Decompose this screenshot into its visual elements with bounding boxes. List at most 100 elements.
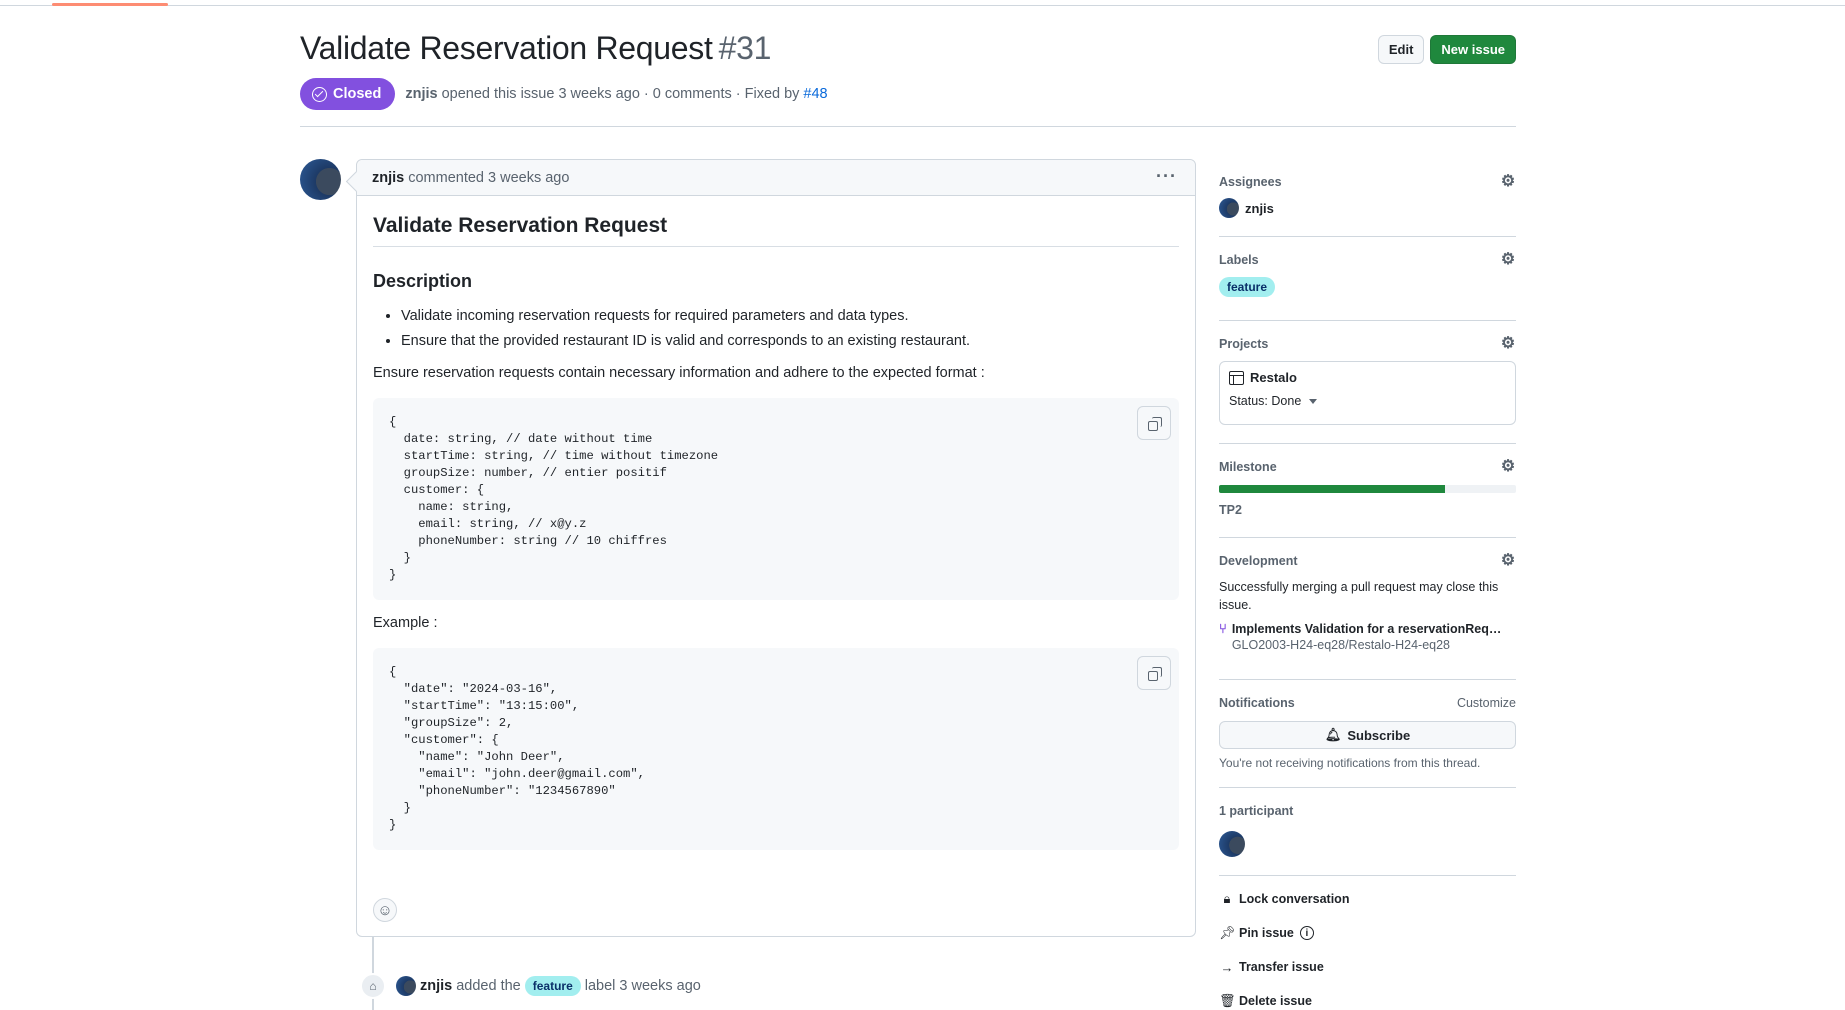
- description-list: Validate incoming reservation requests f…: [373, 307, 1179, 350]
- notifications-text: You're not receiving notifications from …: [1219, 756, 1481, 770]
- copy-icon[interactable]: [1137, 406, 1171, 440]
- label-event: ⌂ znjis added the feature label 3 weeks …: [360, 973, 701, 999]
- pin-issue-button[interactable]: 📌︎ Pin issue i: [1219, 924, 1516, 942]
- active-tab-underline: [52, 3, 168, 6]
- issue-meta: Closed znjis opened this issue 3 weeks a…: [300, 78, 828, 110]
- code-block-example: { "date": "2024-03-16", "startTime": "13…: [373, 648, 1179, 850]
- projects-section: Projects ⚙ Restalo Status: Done: [1219, 321, 1516, 444]
- issue-title-text: Validate Reservation Request: [300, 30, 713, 66]
- projects-title: Projects: [1219, 337, 1269, 351]
- kebab-horizontal-icon[interactable]: ···: [1156, 166, 1177, 187]
- header-actions: Edit New issue: [1377, 35, 1516, 64]
- body-heading: Validate Reservation Request: [373, 214, 1179, 247]
- milestone-title: Milestone: [1219, 460, 1277, 474]
- assignees-section: Assignees ⚙ znjis: [1219, 159, 1516, 237]
- lock-label: Lock conversation: [1239, 892, 1350, 906]
- milestone-progress: [1219, 485, 1516, 493]
- gear-icon[interactable]: ⚙: [1500, 174, 1516, 190]
- table-icon: [1229, 370, 1244, 385]
- event-text-after: label 3 weeks ago: [584, 978, 701, 994]
- fixed-by-link[interactable]: #48: [803, 86, 827, 102]
- header-divider: [300, 126, 1516, 127]
- notifications-section: Notifications Customize 🔔︎ Subscribe You'r…: [1219, 680, 1516, 788]
- event-author[interactable]: znjis: [420, 978, 452, 994]
- triangle-down-icon: [1309, 398, 1318, 404]
- development-text: Successfully merging a pull request may …: [1219, 580, 1499, 612]
- arrow-right-icon: →: [1220, 959, 1234, 975]
- lock-icon: 🔒︎: [1223, 891, 1231, 906]
- lock-conversation-button[interactable]: 🔒︎ Lock conversation: [1219, 890, 1516, 908]
- project-card: Restalo Status: Done: [1219, 361, 1516, 425]
- list-item: Ensure that the provided restaurant ID i…: [401, 332, 1179, 350]
- pr-repo: GLO2003-H24-eq28/Restalo-H24-eq28: [1231, 638, 1451, 652]
- notifications-title: Notifications: [1219, 696, 1295, 710]
- pin-label: Pin issue: [1239, 926, 1294, 940]
- issue-author[interactable]: znjis: [405, 86, 437, 102]
- milestone-section: Milestone ⚙ TP2: [1219, 444, 1516, 538]
- gear-icon[interactable]: ⚙: [1500, 252, 1516, 268]
- comment-author-avatar[interactable]: [300, 159, 341, 200]
- trash-icon: 🗑︎: [1219, 993, 1236, 1008]
- assignee-avatar[interactable]: [1219, 198, 1239, 218]
- project-status: Status: Done: [1229, 394, 1302, 408]
- gear-icon[interactable]: ⚙: [1500, 553, 1516, 569]
- code-schema-text: { date: string, // date without time sta…: [389, 415, 719, 582]
- gear-icon[interactable]: ⚙: [1500, 336, 1516, 352]
- participants-section: 1 participant: [1219, 788, 1516, 876]
- body-subheading: Description: [373, 271, 473, 291]
- code-example-text: { "date": "2024-03-16", "startTime": "13…: [389, 665, 645, 832]
- event-avatar[interactable]: [396, 976, 416, 996]
- state-label: Closed: [333, 86, 382, 102]
- labels-section: Labels ⚙ feature: [1219, 237, 1516, 321]
- development-section: Development ⚙ Successfully merging a pull…: [1219, 538, 1516, 680]
- edit-button[interactable]: Edit: [1377, 35, 1425, 64]
- bell-icon: 🔔︎: [1324, 727, 1342, 742]
- assignees-title: Assignees: [1219, 175, 1282, 189]
- event-text-before: added the: [456, 978, 521, 994]
- assignee-name[interactable]: znjis: [1245, 201, 1274, 216]
- comment-time: commented 3 weeks ago: [408, 169, 570, 186]
- issue-sidebar: Assignees ⚙ znjis Labels ⚙ feature Project…: [1219, 159, 1516, 1010]
- code-block-schema: { date: string, // date without time sta…: [373, 398, 1179, 600]
- list-item: Validate incoming reservation requests f…: [401, 307, 1179, 325]
- issue-title: Validate Reservation Request #31: [300, 30, 771, 67]
- copy-icon[interactable]: [1137, 656, 1171, 690]
- comment-author[interactable]: znjis: [372, 170, 404, 186]
- project-name[interactable]: Restalo: [1250, 370, 1297, 385]
- label-feature[interactable]: feature: [1219, 277, 1276, 297]
- tag-icon: ⌂: [360, 973, 386, 999]
- milestone-progress-fill: [1219, 485, 1445, 493]
- pr-title[interactable]: Implements Validation for a reservationR…: [1232, 622, 1507, 636]
- participant-avatar[interactable]: [1219, 831, 1245, 857]
- transfer-issue-button[interactable]: → Transfer issue: [1219, 958, 1516, 976]
- check-circle-icon: [312, 86, 327, 102]
- delete-issue-button[interactable]: 🗑︎ Delete issue: [1219, 992, 1516, 1010]
- linked-pull-request[interactable]: ⑂ Implements Validation for a reservatio…: [1219, 621, 1516, 653]
- delete-label: Delete issue: [1239, 994, 1312, 1008]
- new-issue-button[interactable]: New issue: [1430, 35, 1516, 64]
- gear-icon[interactable]: ⚙: [1500, 459, 1516, 475]
- event-label[interactable]: feature: [524, 976, 581, 996]
- state-badge: Closed: [300, 78, 396, 110]
- participants-title: 1 participant: [1219, 804, 1294, 818]
- project-status-select[interactable]: Status: Done: [1229, 394, 1506, 408]
- issue-number: #31: [718, 30, 772, 66]
- milestone-name[interactable]: TP2: [1219, 503, 1516, 517]
- issue-comment: znjis commented 3 weeks ago ··· Validate…: [356, 159, 1196, 937]
- comment-body: Validate Reservation Request Description…: [357, 196, 1195, 850]
- git-pull-request-icon: ⑂: [1219, 621, 1227, 636]
- transfer-label: Transfer issue: [1239, 960, 1324, 974]
- pin-icon: 📌︎: [1219, 925, 1236, 940]
- subscribe-label: Subscribe: [1347, 727, 1411, 743]
- smiley-icon[interactable]: ☺: [373, 898, 397, 922]
- info-icon[interactable]: i: [1299, 926, 1314, 940]
- comment-header: znjis commented 3 weeks ago ···: [357, 160, 1195, 196]
- development-title: Development: [1219, 554, 1298, 568]
- labels-title: Labels: [1219, 253, 1259, 267]
- issue-actions: 🔒︎ Lock conversation 📌︎ Pin issue i → Transf…: [1219, 876, 1516, 1010]
- format-intro: Ensure reservation requests contain nece…: [373, 365, 985, 381]
- issue-page: Validate Reservation Request #31 Edit New…: [300, 0, 1516, 1010]
- example-label: Example :: [373, 615, 438, 631]
- subscribe-button[interactable]: 🔔︎ Subscribe: [1219, 721, 1516, 749]
- customize-link[interactable]: Customize: [1457, 696, 1516, 710]
